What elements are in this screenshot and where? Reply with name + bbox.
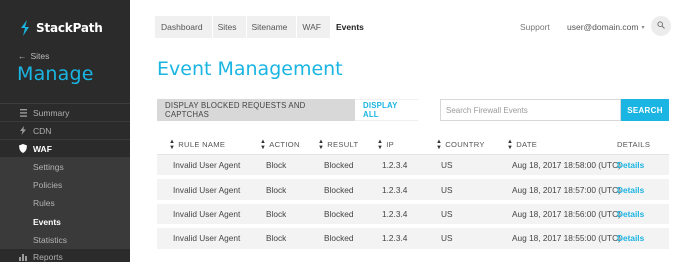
sort-icon: ▲ ▼ [169, 138, 176, 151]
page-title: Event Management [157, 58, 343, 80]
cell-action: Block [266, 160, 287, 171]
event-filter-toggle: DISPLAY BLOCKED REQUESTS AND CAPTCHAS DI… [157, 99, 418, 121]
column-header-details: DETAILS [617, 140, 651, 149]
cell-result: Blocked [324, 233, 354, 244]
table-row: Invalid User Agent Block Blocked 1.2.3.4… [157, 155, 669, 180]
cell-country: US [441, 208, 453, 219]
arrow-left-icon: ← [18, 51, 27, 61]
chevron-down-icon: ▾ [641, 24, 645, 31]
details-link[interactable]: Details [617, 233, 644, 243]
breadcrumb-sitename[interactable]: Sitename [246, 16, 298, 38]
sort-icon: ▲ ▼ [318, 138, 325, 151]
cell-rule-name: Invalid User Agent [173, 160, 241, 171]
column-label: DATE [516, 140, 538, 149]
user-email: user@domain.com [567, 22, 639, 32]
cell-result: Blocked [324, 160, 354, 171]
waf-subnav: Settings Policies Rules Events Statistic… [0, 158, 130, 249]
sidebar-item-label: CDN [33, 125, 52, 136]
firewall-events-search-input[interactable] [440, 99, 621, 121]
sidebar-item-cdn[interactable]: CDN [0, 122, 130, 140]
user-menu[interactable]: user@domain.com ▾ [567, 22, 644, 32]
back-to-sites-link[interactable]: ← Sites [18, 51, 49, 61]
sidebar-item-label: Summary [33, 107, 70, 118]
cell-date: Aug 18, 2017 18:55:00 (UTC) [512, 233, 621, 244]
column-label: COUNTRY [445, 140, 485, 149]
column-header-date[interactable]: ▲ ▼ DATE [507, 139, 537, 151]
cell-rule-name: Invalid User Agent [173, 233, 241, 244]
breadcrumb-dashboard[interactable]: Dashboard [155, 16, 213, 38]
cell-ip: 1.2.3.4 [382, 184, 408, 195]
cell-rule-name: Invalid User Agent [173, 208, 241, 219]
sidebar-item-label: Reports [33, 252, 63, 262]
global-search-button[interactable] [651, 16, 671, 36]
events-table: ▲ ▼ RULE NAME ▲ ▼ ACTION ▲ ▼ RESULT ▲ ▼ IP ▲ ▼ COU… [157, 135, 669, 253]
table-header: ▲ ▼ RULE NAME ▲ ▼ ACTION ▲ ▼ RESULT ▲ ▼ IP ▲ ▼ COU… [157, 135, 669, 155]
cell-country: US [441, 160, 453, 171]
sidebar-nav: Summary CDN WAF Settings Policies Rules … [0, 103, 130, 262]
sidebar: StackPath ← Sites Manage Summary CDN WAF… [0, 0, 130, 262]
column-label: RESULT [327, 140, 359, 149]
summary-icon [18, 108, 28, 117]
cell-rule-name: Invalid User Agent [173, 184, 241, 195]
column-header-action[interactable]: ▲ ▼ ACTION [260, 139, 300, 151]
cell-date: Aug 18, 2017 18:56:00 (UTC) [512, 208, 621, 219]
details-link[interactable]: Details [617, 185, 644, 195]
cell-date: Aug 18, 2017 18:57:00 (UTC) [512, 184, 621, 195]
shield-icon [18, 144, 28, 153]
breadcrumb: Dashboard Sites Sitename WAF Events [155, 16, 373, 38]
stackpath-logo[interactable]: StackPath [18, 19, 103, 37]
cell-country: US [441, 184, 453, 195]
subnav-item-rules[interactable]: Rules [0, 194, 130, 212]
subnav-item-settings[interactable]: Settings [0, 158, 130, 176]
details-link[interactable]: Details [617, 160, 644, 170]
sidebar-item-label: WAF [33, 143, 52, 154]
support-link[interactable]: Support [520, 22, 550, 32]
column-header-country[interactable]: ▲ ▼ COUNTRY [436, 139, 485, 151]
cell-action: Block [266, 208, 287, 219]
breadcrumb-sites[interactable]: Sites [212, 16, 247, 38]
table-row: Invalid User Agent Block Blocked 1.2.3.4… [157, 179, 669, 204]
search-button[interactable]: SEARCH [621, 99, 669, 121]
display-all-button[interactable]: DISPLAY ALL [355, 99, 418, 121]
cell-ip: 1.2.3.4 [382, 208, 408, 219]
breadcrumb-events: Events [330, 16, 373, 38]
brand-name: StackPath [36, 21, 103, 35]
cell-action: Block [266, 233, 287, 244]
back-link-label: Sites [30, 51, 50, 61]
sidebar-item-summary[interactable]: Summary [0, 104, 130, 122]
subnav-item-statistics[interactable]: Statistics [0, 231, 130, 249]
cell-country: US [441, 233, 453, 244]
sort-icon: ▲ ▼ [436, 138, 443, 151]
sidebar-item-waf[interactable]: WAF [0, 140, 130, 158]
bar-chart-icon [18, 253, 28, 262]
column-header-result[interactable]: ▲ ▼ RESULT [318, 139, 358, 151]
sort-icon: ▲ ▼ [377, 138, 384, 151]
column-header-ip[interactable]: ▲ ▼ IP [377, 139, 394, 151]
cell-ip: 1.2.3.4 [382, 233, 408, 244]
display-blocked-button[interactable]: DISPLAY BLOCKED REQUESTS AND CAPTCHAS [157, 99, 355, 121]
sort-icon: ▲ ▼ [507, 138, 514, 151]
breadcrumb-waf[interactable]: WAF [296, 16, 331, 38]
column-header-rule-name[interactable]: ▲ ▼ RULE NAME [169, 139, 225, 151]
search-icon [657, 21, 665, 31]
sort-icon: ▲ ▼ [260, 138, 267, 151]
bolt-icon [18, 126, 28, 135]
column-label: RULE NAME [178, 140, 226, 149]
column-label: ACTION [269, 140, 300, 149]
cell-date: Aug 18, 2017 18:58:00 (UTC) [512, 160, 621, 171]
table-row: Invalid User Agent Block Blocked 1.2.3.4… [157, 203, 669, 229]
subnav-item-policies[interactable]: Policies [0, 176, 130, 194]
section-title: Manage [17, 63, 94, 85]
column-label: IP [386, 140, 395, 149]
cell-ip: 1.2.3.4 [382, 160, 408, 171]
cell-result: Blocked [324, 184, 354, 195]
sidebar-item-reports[interactable]: Reports [0, 249, 130, 262]
subnav-item-events[interactable]: Events [0, 213, 130, 231]
details-link[interactable]: Details [617, 209, 644, 219]
stackpath-logo-icon [18, 19, 32, 37]
table-row: Invalid User Agent Block Blocked 1.2.3.4… [157, 228, 669, 253]
cell-action: Block [266, 184, 287, 195]
cell-result: Blocked [324, 208, 354, 219]
